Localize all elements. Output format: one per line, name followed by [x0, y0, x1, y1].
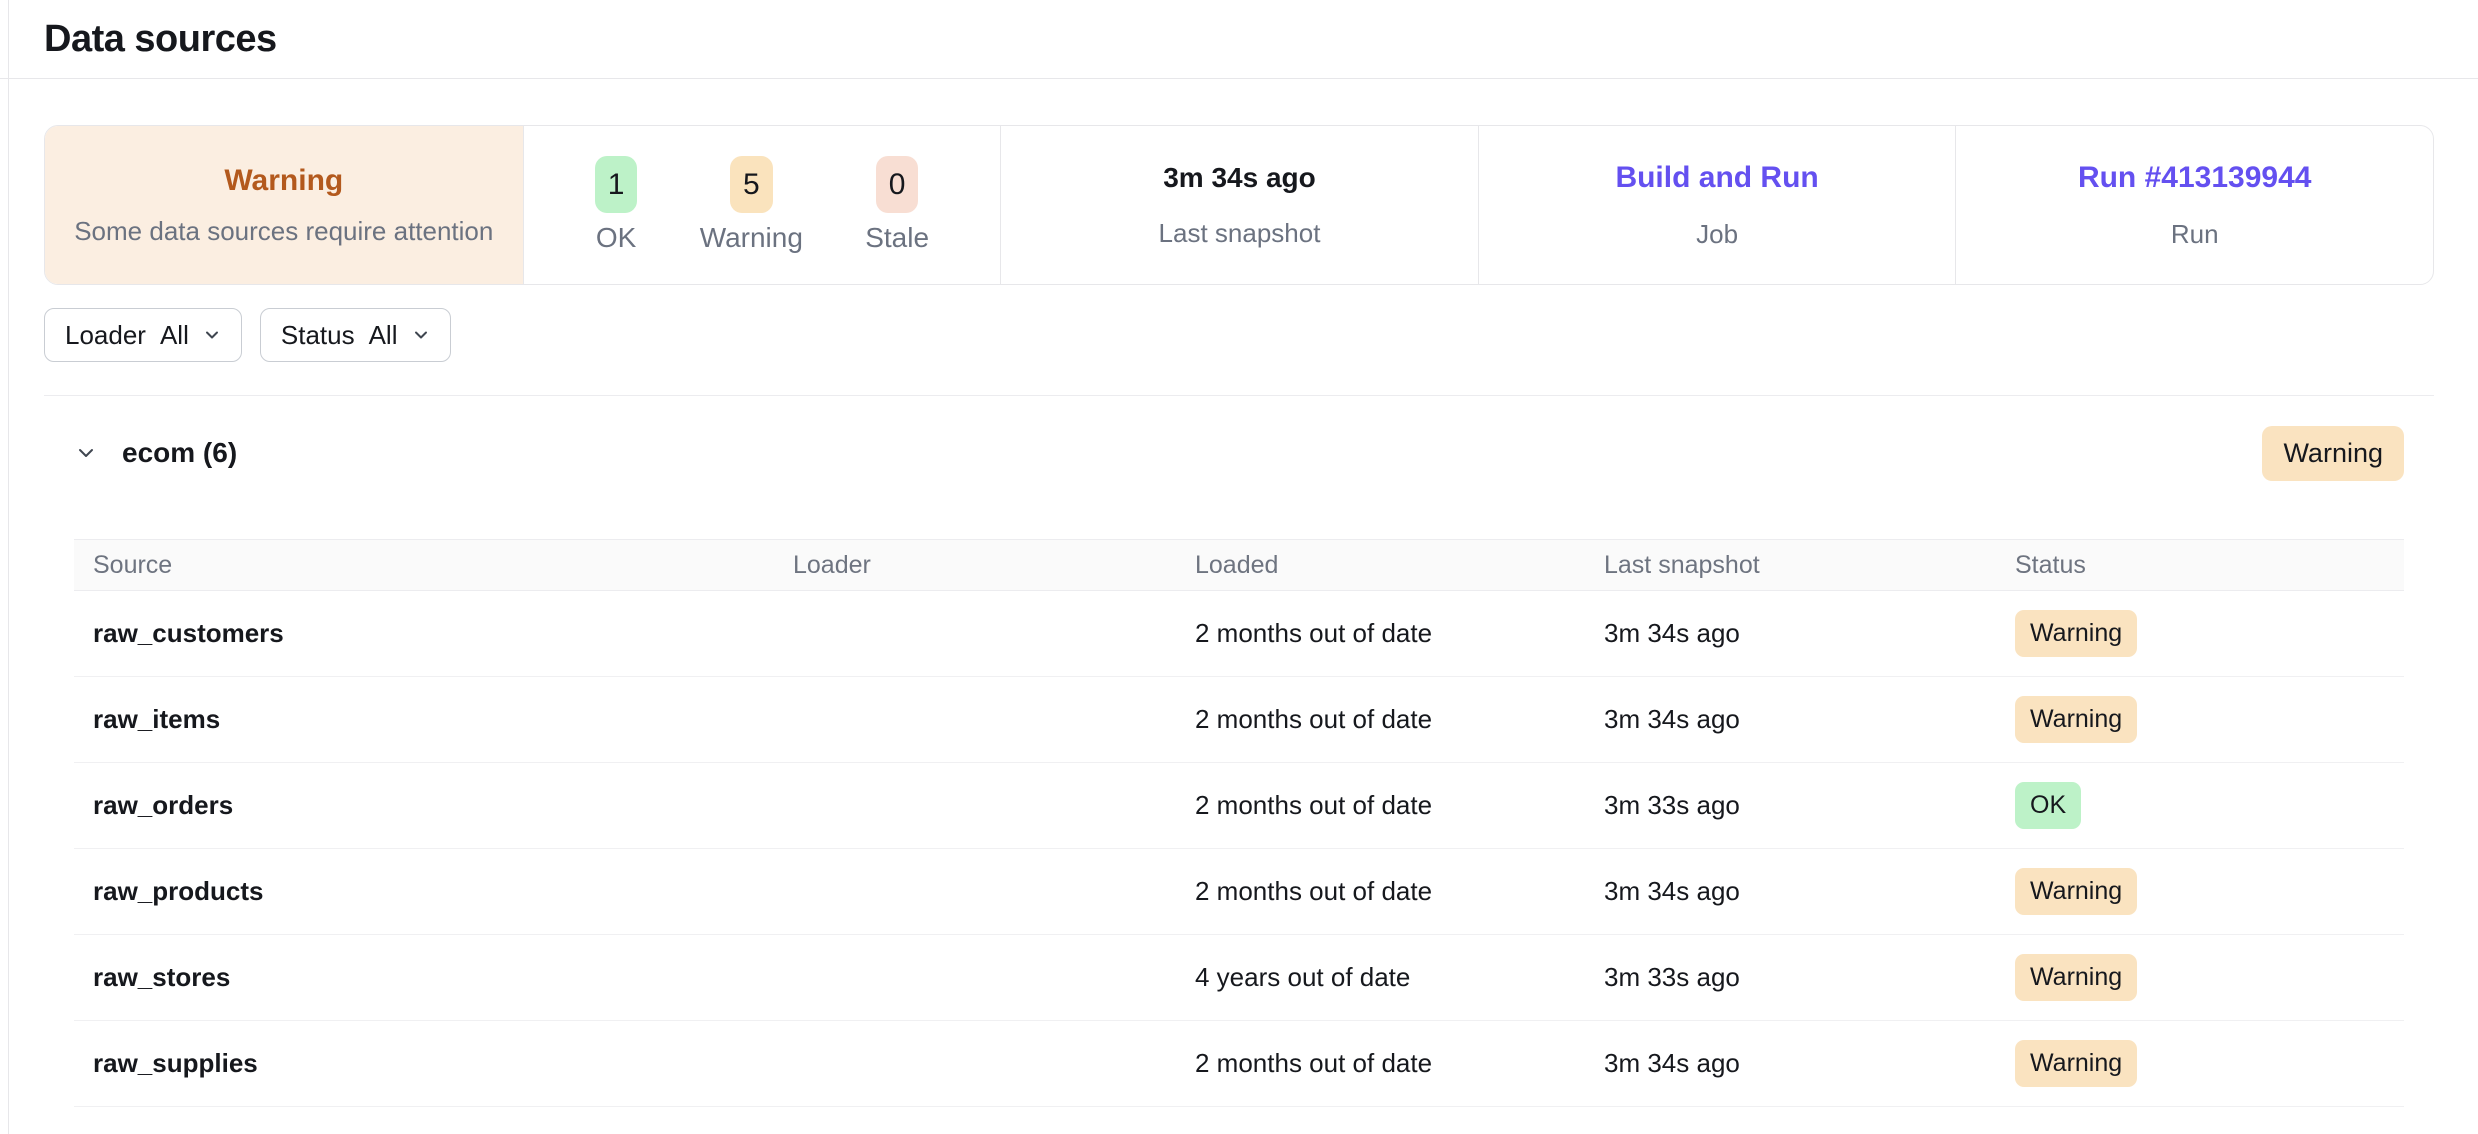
table-row[interactable]: raw_customers 2 months out of date 3m 34…: [74, 591, 2404, 677]
ok-count-badge: 1: [595, 156, 638, 213]
loader-filter-label: Loader: [65, 320, 146, 351]
loaded-cell: 2 months out of date: [1195, 618, 1604, 649]
table-row[interactable]: raw_items 2 months out of date 3m 34s ag…: [74, 677, 2404, 763]
job-cell: Build and Run Job: [1478, 126, 1956, 284]
last-snapshot-cell: 3m 33s ago: [1604, 790, 2015, 821]
chevron-down-icon: [74, 441, 98, 465]
page-header: Data sources: [0, 0, 2478, 79]
status-cell: Warning: [2015, 610, 2404, 657]
column-header-source: Source: [93, 551, 793, 580]
table-row[interactable]: raw_supplies 2 months out of date 3m 34s…: [74, 1021, 2404, 1107]
overall-status-cell: Warning Some data sources require attent…: [45, 126, 523, 284]
source-cell: raw_supplies: [93, 1048, 793, 1079]
job-link[interactable]: Build and Run: [1615, 161, 1818, 195]
loaded-cell: 2 months out of date: [1195, 790, 1604, 821]
status-cell: Warning: [2015, 696, 2404, 743]
overall-status-subtitle: Some data sources require attention: [74, 216, 493, 247]
source-cell: raw_products: [93, 876, 793, 907]
last-snapshot-value: 3m 34s ago: [1163, 162, 1316, 194]
warning-count-label: Warning: [700, 222, 803, 254]
status-badge: Warning: [2015, 868, 2137, 915]
job-label: Job: [1696, 219, 1738, 250]
table-row[interactable]: raw_stores 4 years out of date 3m 33s ag…: [74, 935, 2404, 1021]
last-snapshot-label: Last snapshot: [1159, 218, 1321, 249]
source-cell: raw_stores: [93, 962, 793, 993]
status-cell: Warning: [2015, 868, 2404, 915]
status-cell: Warning: [2015, 1040, 2404, 1087]
last-snapshot-cell: 3m 34s ago: [1604, 1048, 2015, 1079]
status-badge: Warning: [2015, 954, 2137, 1001]
group-status-badge: Warning: [2262, 426, 2404, 481]
column-header-last-snapshot: Last snapshot: [1604, 551, 2015, 580]
source-cell: raw_customers: [93, 618, 793, 649]
status-badge: Warning: [2015, 1040, 2137, 1087]
status-cell: Warning: [2015, 954, 2404, 1001]
column-header-status: Status: [2015, 551, 2404, 580]
last-snapshot-cell: 3m 34s ago Last snapshot: [1000, 126, 1478, 284]
status-badge: OK: [2015, 782, 2081, 829]
status-filter-label: Status: [281, 320, 355, 351]
last-snapshot-cell: 3m 33s ago: [1604, 962, 2015, 993]
status-badge: Warning: [2015, 696, 2137, 743]
run-cell: Run #413139944 Run: [1955, 126, 2433, 284]
data-sources-table: Source Loader Loaded Last snapshot Statu…: [74, 539, 2404, 1107]
stale-count-label: Stale: [865, 222, 929, 254]
panel-left-border: [8, 0, 9, 1134]
status-filter-dropdown[interactable]: Status All: [260, 308, 451, 362]
status-badge: Warning: [2015, 610, 2137, 657]
table-row[interactable]: raw_products 2 months out of date 3m 34s…: [74, 849, 2404, 935]
data-sources-page: Data sources Warning Some data sources r…: [0, 0, 2478, 1134]
group-header-ecom[interactable]: ecom (6) Warning: [74, 425, 2404, 481]
table-row[interactable]: raw_orders 2 months out of date 3m 33s a…: [74, 763, 2404, 849]
overall-status-title: Warning: [224, 164, 343, 198]
last-snapshot-cell: 3m 34s ago: [1604, 704, 2015, 735]
loader-filter-dropdown[interactable]: Loader All: [44, 308, 242, 362]
last-snapshot-cell: 3m 34s ago: [1604, 618, 2015, 649]
loaded-cell: 4 years out of date: [1195, 962, 1604, 993]
status-counts-cell: 1 OK 5 Warning 0 Stale: [523, 126, 1001, 284]
filter-bar: Loader All Status All: [44, 308, 2478, 362]
filters-divider: [44, 395, 2434, 396]
last-snapshot-cell: 3m 34s ago: [1604, 876, 2015, 907]
summary-card: Warning Some data sources require attent…: [44, 125, 2434, 285]
group-name: ecom (6): [122, 437, 2262, 469]
source-cell: raw_items: [93, 704, 793, 735]
stat-ok: 1 OK: [595, 156, 638, 254]
stat-stale: 0 Stale: [865, 156, 929, 254]
page-title: Data sources: [44, 18, 277, 61]
chevron-down-icon: [412, 326, 430, 344]
ok-count-label: OK: [596, 222, 636, 254]
chevron-down-icon: [203, 326, 221, 344]
status-filter-value: All: [369, 320, 398, 351]
status-cell: OK: [2015, 782, 2404, 829]
loaded-cell: 2 months out of date: [1195, 704, 1604, 735]
loaded-cell: 2 months out of date: [1195, 876, 1604, 907]
run-link[interactable]: Run #413139944: [2078, 161, 2312, 195]
run-label: Run: [2171, 219, 2219, 250]
loaded-cell: 2 months out of date: [1195, 1048, 1604, 1079]
loader-filter-value: All: [160, 320, 189, 351]
stat-warning: 5 Warning: [700, 156, 803, 254]
stale-count-badge: 0: [876, 156, 919, 213]
column-header-loader: Loader: [793, 551, 1195, 580]
warning-count-badge: 5: [730, 156, 773, 213]
table-header-row: Source Loader Loaded Last snapshot Statu…: [74, 539, 2404, 591]
column-header-loaded: Loaded: [1195, 551, 1604, 580]
source-cell: raw_orders: [93, 790, 793, 821]
